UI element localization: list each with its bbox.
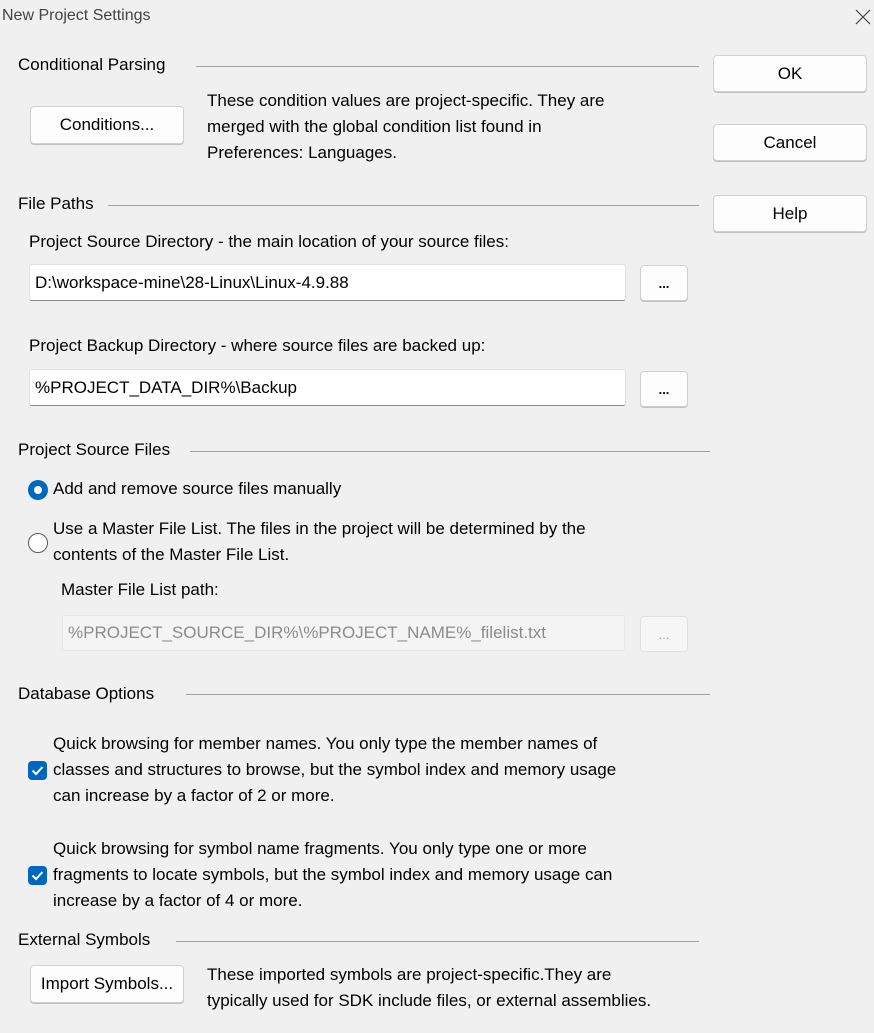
external-symbols-description: These imported symbols are project-speci… [207,962,651,1014]
divider [176,941,699,942]
source-directory-label: Project Source Directory - the main loca… [29,232,509,251]
conditions-button[interactable]: Conditions... [30,106,184,144]
section-title-conditional-parsing: Conditional Parsing [18,55,174,75]
label-line: Quick browsing for member names. You onl… [53,734,598,753]
label-line: classes and structures to browse, but th… [53,760,617,779]
master-file-list-browse-button: ... [640,616,688,652]
description-line: These imported symbols are project-speci… [207,965,612,984]
description-line: merged with the global condition list fo… [207,117,542,136]
label-line: increase by a factor of 4 or more. [53,891,303,910]
description-line: Preferences: Languages. [207,143,397,162]
backup-browse-button[interactable]: ... [640,371,688,407]
section-title-database-options: Database Options [18,684,163,704]
close-icon[interactable] [852,4,874,28]
master-file-list-path-label: Master File List path: [61,580,219,599]
member-names-label[interactable]: Quick browsing for member names. You onl… [53,731,616,809]
description-line: typically used for SDK include files, or… [207,991,652,1010]
source-directory-input[interactable]: D:\workspace-mine\28-Linux\Linux-4.9.88 [29,264,626,301]
radio-manual-label[interactable]: Add and remove source files manually [53,476,341,502]
radio-manual[interactable] [28,480,48,500]
divider [190,451,710,452]
label-line: Quick browsing for symbol name fragments… [53,839,587,858]
backup-directory-label: Project Backup Directory - where source … [29,336,486,355]
source-browse-button[interactable]: ... [640,265,688,301]
help-button[interactable]: Help [713,195,867,232]
checkmark-icon [31,871,44,881]
divider [186,694,710,695]
label-line: contents of the Master File List. [53,545,290,564]
symbol-fragments-label[interactable]: Quick browsing for symbol name fragments… [53,836,612,914]
section-title-external-symbols: External Symbols [18,930,159,950]
backup-directory-input[interactable]: %PROJECT_DATA_DIR%\Backup [29,369,626,406]
label-line: fragments to locate symbols, but the sym… [53,865,613,884]
import-symbols-button[interactable]: Import Symbols... [30,965,184,1003]
divider [108,205,699,206]
member-names-checkbox[interactable] [28,761,47,780]
divider [196,66,699,67]
label-line: Use a Master File List. The files in the… [53,519,586,538]
section-title-file-paths: File Paths [18,194,102,214]
ok-button[interactable]: OK [713,55,867,92]
description-line: These condition values are project-speci… [207,91,605,110]
symbol-fragments-checkbox[interactable] [28,866,47,885]
cancel-button[interactable]: Cancel [713,124,867,161]
checkmark-icon [31,766,44,776]
radio-master-file-list[interactable] [28,533,48,553]
radio-master-file-list-label[interactable]: Use a Master File List. The files in the… [53,516,586,568]
master-file-list-path-input: %PROJECT_SOURCE_DIR%\%PROJECT_NAME%_file… [62,615,625,651]
section-title-project-source-files: Project Source Files [18,440,179,460]
label-line: can increase by a factor of 2 or more. [53,786,335,805]
window-title: New Project Settings [2,7,151,24]
conditional-parsing-description: These condition values are project-speci… [207,88,605,166]
